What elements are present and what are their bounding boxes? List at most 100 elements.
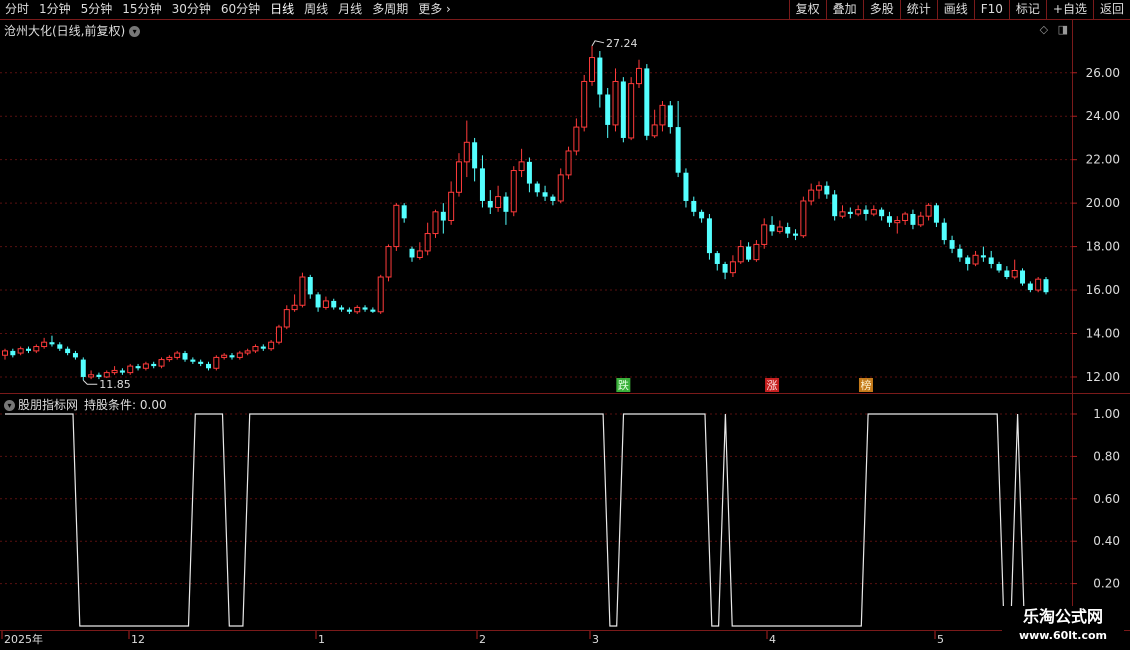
candle[interactable] (746, 242, 752, 262)
candle[interactable] (479, 155, 485, 208)
candle[interactable] (628, 77, 635, 141)
candle[interactable] (839, 205, 846, 219)
candle[interactable] (385, 244, 392, 282)
toolbar-button[interactable]: 画线 (936, 0, 974, 19)
candle[interactable] (17, 346, 24, 356)
candle[interactable] (691, 196, 697, 217)
candle[interactable] (832, 190, 838, 221)
candle[interactable] (409, 246, 415, 262)
candle[interactable] (605, 87, 611, 138)
candle[interactable] (244, 348, 251, 356)
candle[interactable] (573, 118, 580, 156)
candle[interactable] (432, 209, 439, 238)
candle[interactable] (268, 340, 275, 351)
candle[interactable] (510, 166, 517, 217)
candle[interactable] (198, 359, 204, 367)
candle[interactable] (972, 250, 979, 267)
candle[interactable] (10, 348, 16, 358)
candle[interactable] (283, 305, 290, 330)
candle[interactable] (886, 211, 892, 228)
candle[interactable] (49, 335, 55, 347)
candle[interactable] (644, 64, 650, 141)
candle[interactable] (699, 209, 705, 223)
candle[interactable] (236, 350, 243, 360)
candlestick-chart[interactable]: 26.00 24.00 22.00 20.00 18.00 16.00 14.00 12.00… (0, 20, 1130, 393)
period-tab[interactable]: 多周期 (367, 0, 413, 19)
candle[interactable] (534, 181, 540, 197)
candle[interactable] (800, 196, 807, 238)
toolbar-button[interactable]: 标记 (1008, 0, 1046, 19)
toolbar-button[interactable]: 返回 (1092, 0, 1130, 19)
candle[interactable] (72, 350, 78, 360)
candle[interactable] (949, 235, 955, 254)
candle[interactable] (416, 242, 423, 260)
toolbar-button[interactable]: F10 (973, 0, 1009, 19)
candle[interactable] (589, 45, 596, 86)
candle[interactable] (808, 183, 815, 206)
candle[interactable] (518, 148, 525, 178)
candle[interactable] (2, 348, 8, 360)
candle[interactable] (980, 246, 986, 262)
toolbar-button[interactable]: 统计 (899, 0, 937, 19)
candle[interactable] (855, 205, 862, 217)
candle[interactable] (824, 181, 830, 199)
candle[interactable] (65, 346, 71, 356)
candle[interactable] (753, 240, 760, 262)
period-tab[interactable]: 60分钟 (216, 0, 265, 19)
candle[interactable] (550, 194, 556, 206)
toolbar-button[interactable]: 复权 (788, 0, 826, 19)
candle[interactable] (252, 344, 259, 354)
candle[interactable] (675, 101, 681, 178)
candle[interactable] (362, 305, 368, 312)
candle[interactable] (331, 298, 337, 310)
candle[interactable] (776, 220, 783, 234)
candle[interactable] (213, 355, 220, 371)
candle[interactable] (863, 205, 869, 221)
candle[interactable] (620, 77, 626, 143)
indicator-chart[interactable]: 1.00 0.80 0.60 0.40 0.20 (0, 394, 1130, 630)
period-tab[interactable]: 分时 (0, 0, 34, 19)
candle[interactable] (612, 68, 619, 132)
candle[interactable] (25, 346, 31, 354)
candle[interactable] (581, 74, 588, 132)
candle[interactable] (142, 361, 149, 371)
candle[interactable] (941, 218, 947, 245)
candle[interactable] (894, 216, 901, 234)
candle[interactable] (424, 222, 431, 256)
candle[interactable] (401, 203, 407, 223)
candle[interactable] (57, 342, 63, 351)
candle[interactable] (158, 357, 165, 369)
period-tab[interactable]: 日线 (265, 0, 299, 19)
toolbar-button[interactable]: 叠加 (825, 0, 863, 19)
candle[interactable] (737, 240, 744, 264)
candle[interactable] (88, 370, 95, 380)
candle[interactable] (174, 350, 181, 360)
candle[interactable] (816, 181, 823, 199)
candle[interactable] (1043, 277, 1049, 295)
candle[interactable] (1035, 277, 1042, 293)
period-tab[interactable]: 月线 (333, 0, 367, 19)
candle[interactable] (714, 250, 720, 271)
candle[interactable] (683, 168, 689, 208)
candle[interactable] (315, 292, 321, 312)
candle[interactable] (307, 274, 313, 299)
candle[interactable] (151, 361, 157, 369)
period-tab[interactable]: 15分钟 (117, 0, 166, 19)
event-marker[interactable]: 榜 (858, 378, 873, 392)
candle[interactable] (487, 190, 493, 214)
candle[interactable] (847, 207, 853, 219)
candle[interactable] (965, 255, 971, 271)
toolbar-button[interactable]: 多股 (862, 0, 900, 19)
candle[interactable] (635, 59, 642, 88)
candle[interactable] (463, 120, 470, 178)
period-tab[interactable]: 5分钟 (76, 0, 118, 19)
candle[interactable] (111, 366, 118, 375)
candle[interactable] (354, 305, 361, 314)
candle[interactable] (1020, 268, 1026, 286)
candle[interactable] (275, 324, 282, 345)
candle[interactable] (933, 203, 939, 228)
candle[interactable] (166, 355, 173, 362)
candle[interactable] (80, 357, 86, 381)
candle[interactable] (1027, 281, 1033, 293)
event-marker[interactable]: 跌 (616, 378, 631, 392)
